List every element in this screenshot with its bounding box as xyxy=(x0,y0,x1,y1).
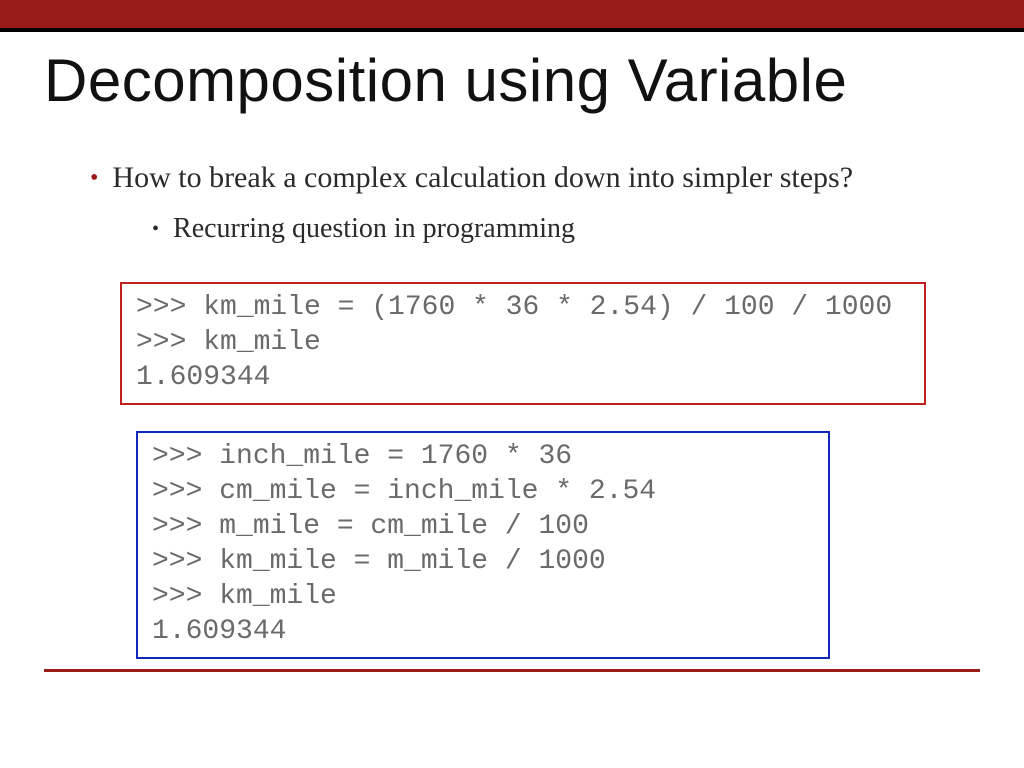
bullet-level-2-text: Recurring question in programming xyxy=(173,211,575,247)
footer-rule xyxy=(44,669,980,672)
bullet-level-1-text: How to break a complex calculation down … xyxy=(112,159,853,197)
bullet-dot-icon: • xyxy=(90,159,98,197)
slide: Decomposition using Variable • How to br… xyxy=(0,0,1024,768)
bullet-level-2: • Recurring question in programming xyxy=(152,211,968,247)
bullet-dot-icon: • xyxy=(152,211,159,247)
header-band xyxy=(0,0,1024,28)
bullet-level-1: • How to break a complex calculation dow… xyxy=(90,159,968,197)
code-block-decomposed: >>> inch_mile = 1760 * 36 >>> cm_mile = … xyxy=(136,431,830,659)
slide-body: • How to break a complex calculation dow… xyxy=(0,115,1024,659)
code-block-single-expression: >>> km_mile = (1760 * 36 * 2.54) / 100 /… xyxy=(120,282,926,405)
slide-title: Decomposition using Variable xyxy=(0,32,1024,115)
